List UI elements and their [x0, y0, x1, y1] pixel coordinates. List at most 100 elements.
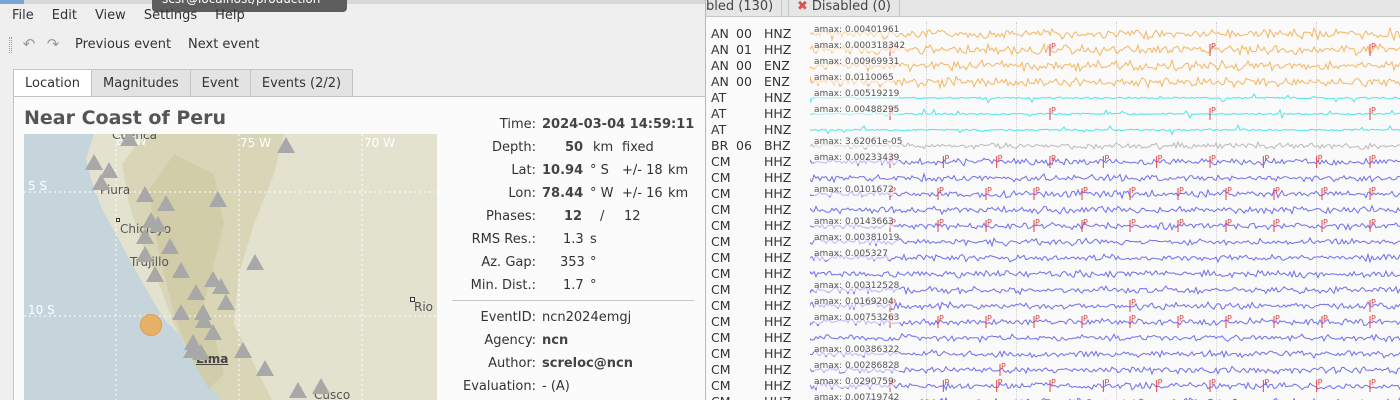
min-dist-label: Min. Dist.: [470, 278, 536, 293]
toolbar-grip[interactable] [9, 37, 12, 53]
menu-bar: File Edit View Settings Help [0, 5, 251, 27]
station-channel: HHZ [764, 218, 792, 233]
trace-row[interactable]: CM HHZ amax: 0.0143663 [706, 217, 1400, 234]
station-triangle-icon[interactable] [136, 246, 154, 262]
tab-events[interactable]: Events (2/2) [249, 69, 354, 97]
station-triangle-icon[interactable] [234, 342, 252, 358]
trace-amax: amax: 0.0290759 [814, 377, 894, 388]
phases-total: 12 [624, 209, 641, 224]
station-triangle-icon[interactable] [120, 134, 138, 146]
author-row: Author: screloc@ncn [452, 356, 702, 376]
agency-label: Agency: [484, 333, 536, 348]
city-marker-icon [116, 218, 120, 222]
menu-view[interactable]: View [83, 5, 132, 27]
lon-value: 78.44 [542, 186, 584, 201]
event-map[interactable]: 80 W 75 W 70 W 5 S 10 S Cuenca Piura Chi… [24, 134, 437, 400]
station-triangle-icon[interactable] [172, 262, 190, 278]
trace-row[interactable]: AT HNZ [706, 122, 1400, 138]
trace-row[interactable]: AT HNZ amax: 0.00519219 [706, 89, 1400, 106]
trace-row[interactable]: CM HHZ amax: 0.0101672 [706, 185, 1400, 202]
station-triangle-icon[interactable] [204, 324, 222, 340]
trace-row[interactable]: CM HHZ [706, 170, 1400, 186]
station-network: AN [711, 58, 729, 73]
trace-row[interactable]: CM HHZ amax: 0.0290759 [706, 377, 1400, 394]
min-dist-row: Min. Dist.: 1.7 ° [452, 278, 702, 298]
station-channel: HHZ [764, 298, 792, 313]
station-network: AT [711, 106, 727, 121]
trace-row[interactable]: BR 06 BHZ amax: 3.62061e-05 [706, 137, 1400, 154]
tab-magnitudes[interactable]: Magnitudes [90, 69, 191, 97]
station-network: BR [711, 138, 729, 153]
trace-row[interactable]: CM HHZ [706, 266, 1400, 282]
station-triangle-icon[interactable] [289, 382, 307, 398]
station-triangle-icon[interactable] [136, 186, 154, 202]
undo-arrow-icon[interactable]: ↶ [20, 36, 38, 52]
toolbar: ↶ ↷ Previous event Next event [0, 30, 705, 60]
tab-event[interactable]: Event [189, 69, 251, 97]
menu-settings[interactable]: Settings [132, 5, 203, 27]
station-channel: ENZ [764, 58, 790, 73]
trace-row[interactable]: CM HHZ amax: 0.00753263 [706, 313, 1400, 330]
trace-row[interactable]: CM HHZ amax: 0.00233439 [706, 153, 1400, 170]
station-triangle-icon[interactable] [85, 154, 103, 170]
station-triangle-icon[interactable] [92, 174, 110, 190]
station-triangle-icon[interactable] [161, 238, 179, 254]
station-triangle-icon[interactable] [246, 254, 264, 270]
station-triangle-icon[interactable] [157, 195, 175, 211]
tab-location[interactable]: Location [13, 69, 92, 98]
station-triangle-icon[interactable] [277, 137, 295, 153]
station-triangle-icon[interactable] [312, 378, 330, 394]
trace-row[interactable]: CM HHZ amax: 0.00286828 [706, 361, 1400, 378]
menu-help[interactable]: Help [203, 5, 251, 27]
redo-arrow-icon[interactable]: ↷ [44, 36, 62, 52]
previous-event-button[interactable]: Previous event [75, 37, 171, 53]
station-network: CM [711, 170, 731, 185]
station-triangle-icon[interactable] [192, 344, 210, 360]
depth-label: Depth: [492, 140, 536, 155]
trace-row[interactable]: CM HHZ amax: 0.00719742 [706, 393, 1400, 400]
station-triangle-icon[interactable] [149, 216, 167, 232]
station-network: CM [711, 314, 731, 329]
trace-row[interactable]: CM HHZ [706, 202, 1400, 218]
trace-row[interactable]: CM HHZ amax: 0.00386322 [706, 345, 1400, 362]
tab-enabled-traces[interactable]: bled (130) [706, 0, 783, 17]
trace-row[interactable]: AN 00 ENZ amax: 0.00969931 [706, 57, 1400, 74]
trace-row[interactable]: CM HHZ [706, 330, 1400, 346]
lon-label-70w: 70 W [364, 136, 395, 150]
trace-row[interactable]: CM HHZ amax: 0.00312528 [706, 281, 1400, 298]
trace-row[interactable]: AN 00 HNZ amax: 0.00401961 [706, 25, 1400, 42]
next-event-button[interactable]: Next event [188, 37, 259, 53]
station-channel: HHZ [764, 394, 791, 400]
trace-row[interactable]: AT HHZ amax: 0.00488295 [706, 105, 1400, 122]
station-network: CM [711, 394, 731, 400]
station-triangle-icon[interactable] [172, 304, 190, 320]
trace-row[interactable]: AN 00 ENZ amax: 0.0110065 [706, 73, 1400, 90]
station-location: 00 [736, 26, 752, 41]
epicenter-marker-icon[interactable] [140, 314, 162, 336]
menu-file[interactable]: File [0, 5, 40, 27]
station-triangle-icon[interactable] [256, 360, 274, 376]
lat-value: 10.94 [542, 163, 584, 178]
tab-disabled-traces[interactable]: ✖ Disabled (0) [788, 0, 900, 17]
station-channel: HNZ [764, 26, 792, 41]
city-marker-icon [410, 297, 415, 302]
station-triangle-icon[interactable] [146, 266, 164, 282]
trace-row[interactable]: AN 01 HHZ amax: 0.000318342 [706, 41, 1400, 58]
map-canvas [24, 134, 437, 400]
station-triangle-icon[interactable] [209, 191, 227, 207]
trace-amax: amax: 0.00519219 [814, 89, 900, 100]
trace-amax: amax: 0.00719742 [814, 393, 900, 400]
trace-amax: amax: 0.00381019 [814, 233, 900, 244]
station-location: 00 [736, 74, 752, 89]
station-triangle-icon[interactable] [212, 278, 230, 294]
trace-row[interactable]: CM HHZ amax: 0.0169204 [706, 297, 1400, 314]
trace-row[interactable]: CM HHZ amax: 0.00381019 [706, 233, 1400, 250]
station-channel: HHZ [764, 330, 792, 345]
station-triangle-icon[interactable] [217, 294, 235, 310]
station-triangle-icon[interactable] [187, 284, 205, 300]
evaluation-label: Evaluation: [463, 379, 536, 394]
time-row: Time: 2024-03-04 14:59:11 [452, 117, 702, 137]
trace-row[interactable]: CM HHZ amax: 0.005327 [706, 249, 1400, 266]
evaluation-row: Evaluation: - (A) [452, 379, 702, 399]
menu-edit[interactable]: Edit [40, 5, 83, 27]
